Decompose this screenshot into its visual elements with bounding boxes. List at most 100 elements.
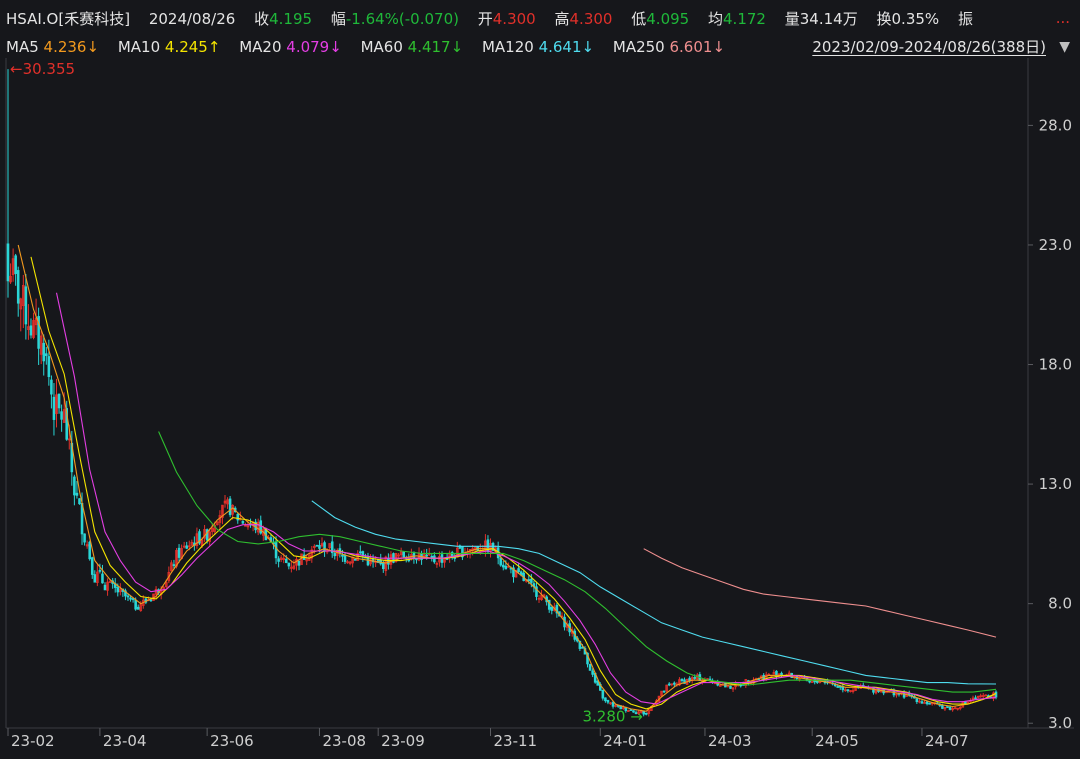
candle-body — [642, 710, 645, 715]
candle-body — [680, 678, 684, 682]
candle-body — [83, 533, 86, 543]
candle-body — [177, 547, 181, 558]
candle-body — [29, 325, 33, 336]
candle-body — [662, 690, 666, 693]
candle-body — [381, 562, 385, 570]
candle-body — [984, 694, 988, 697]
x-axis: 23-02 23-04 23-06 23-08 23-09 23-11 24-01 24-03… — [7, 728, 969, 750]
candle-body — [667, 683, 671, 686]
candle-body — [323, 542, 326, 552]
candle-body — [284, 558, 288, 563]
candle-body — [517, 568, 520, 573]
candle-body — [588, 664, 592, 671]
candle-body — [581, 646, 584, 649]
candle-body — [433, 555, 436, 563]
candle-body — [14, 255, 17, 274]
candle-body — [88, 541, 91, 560]
candle-body — [941, 705, 944, 709]
kline-chart[interactable]: 3.08.013.018.023.028.0 23-02 23-04 23-06 23… — [0, 0, 1080, 759]
candle-body — [644, 712, 648, 715]
ma-line-ma10 — [30, 256, 997, 710]
x-tick-label: 23-08 — [322, 732, 366, 750]
x-tick-label: 24-05 — [815, 732, 859, 750]
candle-body — [60, 411, 63, 420]
candle-body — [343, 555, 347, 562]
candle-body — [6, 243, 10, 282]
candle-body — [287, 562, 291, 567]
y-tick-label: 23.0 — [1039, 236, 1072, 254]
candle-body — [50, 379, 53, 395]
candle-body — [948, 706, 952, 710]
candle-body — [729, 685, 732, 689]
candle-body — [915, 698, 919, 703]
candle-body — [611, 701, 615, 707]
candle-body — [550, 607, 554, 611]
candle-body — [530, 578, 533, 583]
candle-body — [846, 689, 850, 692]
chart-grid — [5, 58, 1074, 729]
min-price-marker: 3.280 → — [583, 708, 643, 726]
candle-body — [93, 574, 97, 583]
candle-body — [149, 599, 153, 602]
candle-body — [24, 286, 28, 325]
candle-body — [780, 672, 783, 676]
candle-body — [504, 565, 508, 570]
candle-body — [101, 573, 104, 584]
x-tick-label: 24-07 — [925, 732, 969, 750]
candle-body — [673, 682, 676, 685]
candle-body — [277, 558, 280, 562]
candle-body — [16, 270, 20, 304]
candle-body — [402, 551, 406, 558]
y-axis: 3.0 8.0 13.0 18.0 23.0 28.0 — [1028, 116, 1072, 732]
markers: ←30.355 3.280 → — [10, 60, 643, 725]
ma-line-ma5 — [17, 244, 997, 712]
ma-line-ma20 — [55, 292, 997, 705]
candle-body — [928, 702, 931, 705]
candle-body — [604, 697, 607, 702]
x-tick-label: 23-09 — [381, 732, 425, 750]
candle-body — [974, 697, 977, 700]
candle-body — [333, 553, 337, 557]
candle-body — [527, 579, 531, 582]
x-tick-label: 23-04 — [103, 732, 147, 750]
candle-body — [116, 587, 120, 593]
candle-body — [172, 564, 176, 567]
y-tick-label: 13.0 — [1039, 475, 1072, 493]
candle-body — [994, 691, 998, 698]
candle-body — [228, 498, 232, 516]
candle-body — [353, 558, 357, 561]
candle-body — [425, 554, 428, 557]
candle-body — [341, 554, 344, 557]
x-tick-label: 24-03 — [708, 732, 752, 750]
candle-body — [136, 606, 140, 610]
candle-body — [499, 557, 503, 566]
candles — [6, 69, 998, 717]
candle-body — [98, 569, 102, 572]
candle-body — [57, 393, 61, 409]
x-tick-label: 23-02 — [11, 732, 55, 750]
candle-body — [103, 584, 107, 591]
ma-line-ma120 — [311, 500, 997, 685]
candle-body — [591, 670, 594, 675]
candle-body — [946, 706, 949, 708]
candle-body — [501, 564, 505, 568]
candle-body — [236, 513, 240, 521]
candle-body — [808, 680, 811, 683]
y-tick-label: 3.0 — [1048, 714, 1072, 732]
max-price-marker: ←30.355 — [10, 60, 75, 78]
candle-body — [73, 476, 76, 496]
candle-body — [601, 689, 605, 699]
candle-body — [47, 356, 51, 378]
candle-body — [693, 677, 697, 679]
candle-body — [925, 701, 929, 705]
candle-body — [90, 557, 94, 575]
ma-lines — [17, 244, 997, 712]
candle-body — [129, 597, 132, 600]
candle-body — [430, 555, 434, 559]
candle-body — [134, 599, 137, 610]
candle-body — [315, 544, 319, 547]
x-tick-label: 24-01 — [603, 732, 647, 750]
y-tick-label: 18.0 — [1039, 356, 1072, 374]
candle-body — [45, 353, 48, 356]
candle-body — [274, 541, 278, 559]
